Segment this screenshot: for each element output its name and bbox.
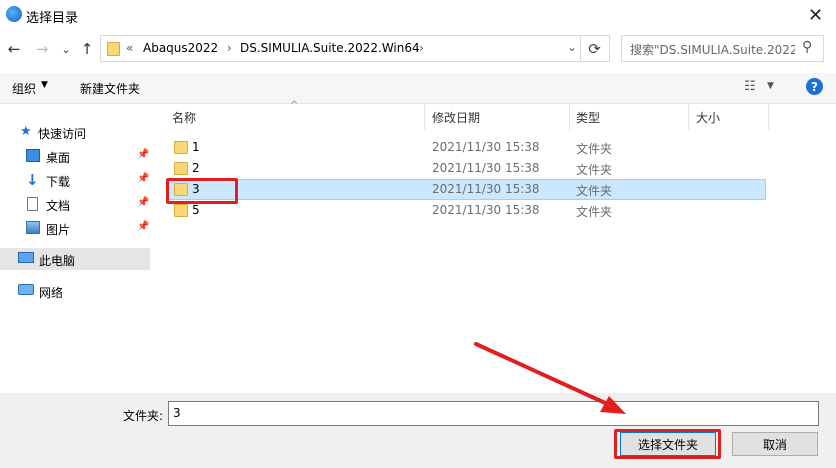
- annotation-arrow: [474, 342, 626, 414]
